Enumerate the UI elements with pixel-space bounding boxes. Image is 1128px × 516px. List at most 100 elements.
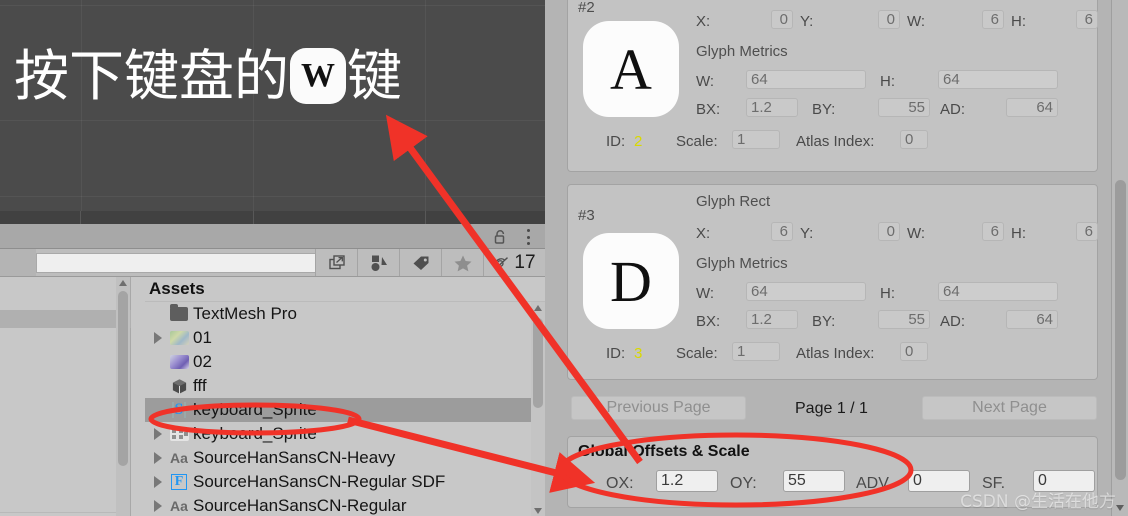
scroll-down-arrow-icon[interactable] — [1116, 505, 1124, 511]
folder-tree-scrollbar[interactable] — [116, 277, 130, 516]
favorite-star-icon[interactable] — [441, 249, 483, 276]
list-item[interactable]: Aa SourceHanSansCN-Regular — [145, 494, 545, 516]
expand-arrow-icon[interactable] — [149, 500, 167, 512]
oy-field[interactable]: 55 — [783, 470, 845, 492]
scroll-thumb[interactable] — [1115, 180, 1126, 480]
glyph-bx-field[interactable]: 1.2 — [746, 98, 798, 117]
glyph-by-field[interactable]: 55 — [878, 310, 930, 329]
glyph-rect-x-field[interactable]: 0 — [771, 10, 793, 29]
glyph-rect-x-field[interactable]: 6 — [771, 222, 793, 241]
shapes-filter-icon[interactable] — [357, 249, 399, 276]
inspector-scrollbar[interactable] — [1111, 0, 1128, 516]
glyph-rect-h-label: H: — [1011, 225, 1026, 242]
project-folder-tree[interactable] — [0, 277, 131, 516]
glyph-index-label: #2 — [578, 0, 595, 16]
glyph-by-field[interactable]: 55 — [878, 98, 930, 117]
glyph-rect-y-field[interactable]: 0 — [878, 222, 900, 241]
next-page-button[interactable]: Next Page — [922, 396, 1097, 420]
kebab-menu-icon[interactable] — [526, 229, 531, 245]
spritesheet-icon — [167, 424, 191, 444]
glyph-rect-y-field[interactable]: 0 — [878, 10, 900, 29]
texture-icon — [167, 328, 191, 348]
glyph-card-2[interactable]: #2 A X: 0 Y: 0 W: 6 H: 6 Glyph Metrics W… — [567, 0, 1098, 172]
prefab-cube-icon — [167, 376, 191, 396]
unlocked-padlock-icon[interactable] — [493, 228, 509, 245]
glyph-metrics-h-field[interactable]: 64 — [938, 70, 1058, 89]
glyph-metrics-heading: Glyph Metrics — [696, 255, 788, 272]
assets-list[interactable]: TextMesh Pro 01 02 fff S keyboard_Sprite… — [145, 301, 545, 516]
folder-tree-selected-row[interactable] — [0, 310, 131, 328]
instruction-text-after: 键 — [347, 43, 403, 108]
glyph-id-value: 3 — [634, 345, 643, 362]
glyph-rect-y-label: Y: — [800, 13, 814, 30]
list-item-label: keyboard_Sprite — [193, 400, 317, 419]
panel-header-bar — [0, 224, 545, 249]
assets-pane: Assets TextMesh Pro 01 02 fff S keyboard… — [131, 277, 545, 516]
glyph-atlas-index-label: Atlas Index: — [796, 345, 875, 362]
scroll-up-arrow-icon[interactable] — [534, 305, 542, 311]
font-Aa-icon: Aa — [170, 498, 188, 514]
left-column: 按下键盘的 W 键 17 Assets TextMesh Pro 01 02 f… — [0, 0, 545, 516]
list-item[interactable]: 02 — [145, 350, 545, 374]
glyph-scale-field[interactable]: 1 — [732, 130, 780, 149]
list-item[interactable]: keyboard_Sprite — [145, 422, 545, 446]
glyph-rect-w-field[interactable]: 6 — [982, 10, 1004, 29]
window-tab-strip[interactable] — [0, 211, 545, 224]
project-toolbar: 17 — [0, 249, 545, 277]
assets-list-scrollbar[interactable] — [531, 302, 545, 516]
scroll-thumb[interactable] — [118, 291, 128, 466]
hidden-assets-count[interactable]: 17 — [483, 249, 545, 276]
search-input[interactable] — [36, 252, 315, 273]
expand-arrow-icon[interactable] — [149, 452, 167, 464]
glyph-scale-label: Scale: — [676, 345, 718, 362]
ox-field[interactable]: 1.2 — [656, 470, 718, 492]
open-in-new-icon[interactable] — [315, 249, 357, 276]
list-item[interactable]: 01 — [145, 326, 545, 350]
texture-icon-2 — [167, 352, 191, 372]
instruction-text-before: 按下键盘的 — [14, 43, 290, 108]
list-item-label: keyboard_Sprite — [193, 424, 317, 443]
glyph-ad-field[interactable]: 64 — [1006, 310, 1058, 329]
previous-page-button[interactable]: Previous Page — [571, 396, 746, 420]
scroll-up-arrow-icon[interactable] — [119, 280, 127, 286]
expand-arrow-icon[interactable] — [149, 428, 167, 440]
page-indicator: Page 1 / 1 — [795, 400, 868, 417]
glyph-rect-h-field[interactable]: 6 — [1076, 222, 1098, 241]
list-item[interactable]: Aa SourceHanSansCN-Heavy — [145, 446, 545, 470]
expand-arrow-icon[interactable] — [149, 476, 167, 488]
toolbar-spacer — [0, 249, 36, 276]
glyph-bx-field[interactable]: 1.2 — [746, 310, 798, 329]
screenshot-root: 按下键盘的 W 键 17 Assets TextMesh Pro 01 02 f… — [0, 0, 1128, 516]
watermark: CSDN @生活在他方 — [960, 492, 1116, 512]
game-view[interactable]: 按下键盘的 W 键 — [0, 0, 545, 211]
list-item[interactable]: fff — [145, 374, 545, 398]
glyph-atlas-index-field[interactable]: 0 — [900, 130, 928, 149]
game-instruction-text: 按下键盘的 W 键 — [14, 48, 402, 104]
glyph-scale-field[interactable]: 1 — [732, 342, 780, 361]
glyph-atlas-index-label: Atlas Index: — [796, 133, 875, 150]
glyph-metrics-w-field[interactable]: 64 — [746, 70, 866, 89]
glyph-card-3[interactable]: #3 D Glyph Rect X: 6 Y: 0 W: 6 H: 6 Glyp… — [567, 184, 1098, 380]
glyph-metrics-h-field[interactable]: 64 — [938, 282, 1058, 301]
list-item-label: SourceHanSansCN-Regular — [193, 496, 407, 515]
project-browser: Assets TextMesh Pro 01 02 fff S keyboard… — [0, 277, 545, 516]
glyph-atlas-index-field[interactable]: 0 — [900, 342, 928, 361]
list-item[interactable]: TextMesh Pro — [145, 302, 545, 326]
sprite-S-icon: S — [167, 400, 191, 420]
list-item[interactable]: F SourceHanSansCN-Regular SDF — [145, 470, 545, 494]
glyph-rect-w-field[interactable]: 6 — [982, 222, 1004, 241]
expand-arrow-icon[interactable] — [149, 332, 167, 344]
glyph-preview: A — [583, 21, 679, 117]
glyph-ad-field[interactable]: 64 — [1006, 98, 1058, 117]
glyph-rect-w-label: W: — [907, 225, 926, 242]
glyph-rect-h-field[interactable]: 6 — [1076, 10, 1098, 29]
list-item-keyboard-sprite-selected[interactable]: S keyboard_Sprite — [145, 398, 545, 422]
list-item-label: 02 — [193, 352, 212, 371]
glyph-id-label: ID: — [606, 345, 626, 362]
label-tag-icon[interactable] — [399, 249, 441, 276]
glyph-metrics-w-field[interactable]: 64 — [746, 282, 866, 301]
scroll-down-arrow-icon[interactable] — [534, 508, 542, 514]
scroll-thumb[interactable] — [533, 318, 543, 408]
glyph-bx-label: BX: — [696, 101, 721, 118]
glyph-scale-label: Scale: — [676, 133, 718, 150]
